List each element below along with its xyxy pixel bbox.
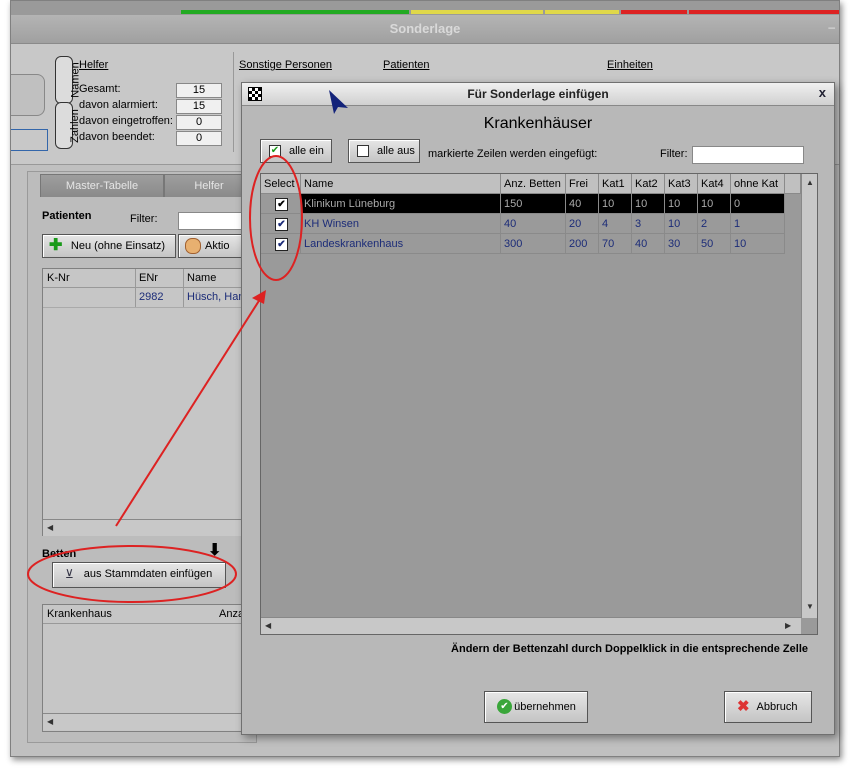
annotation-ellipse-button [27,545,237,603]
annotation-overlay [27,155,303,603]
annotation-ellipse-select [249,155,303,281]
annotation-arrow-line [115,295,263,527]
